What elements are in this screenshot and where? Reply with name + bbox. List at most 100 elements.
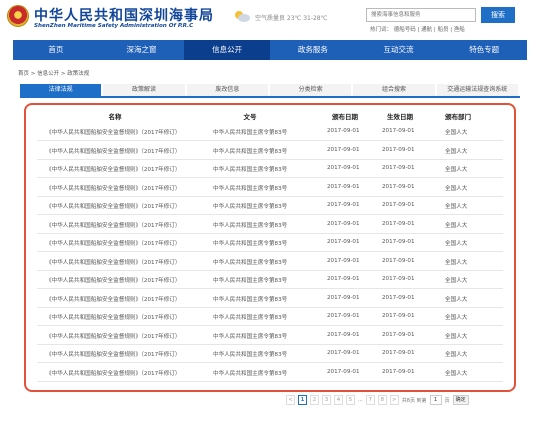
- tab-regulation-query[interactable]: 交通运输法规查询系统: [436, 84, 518, 96]
- cell-effective-date: 2017-09-01: [382, 220, 415, 227]
- table-row[interactable]: 《中华人民共和国船舶安全监督规则》（2017年修订） 中华人民共和国主席令第83号…: [37, 271, 503, 289]
- cell-issue-date: 2017-09-01: [327, 202, 360, 208]
- cell-name[interactable]: 《中华人民共和国船舶安全监督规则》（2017年修订）: [46, 239, 181, 247]
- nav-item-home[interactable]: 首页: [13, 40, 99, 60]
- emblem-logo[interactable]: [7, 5, 29, 27]
- cell-issue-date: 2017-09-01: [327, 368, 360, 375]
- search-button[interactable]: 搜索: [481, 7, 515, 23]
- nav-item-services[interactable]: 政务服务: [270, 40, 356, 60]
- cell-doc-number: 中华人民共和国主席令第83号: [213, 352, 288, 358]
- cell-name[interactable]: 《中华人民共和国船舶安全监督规则》（2017年修订）: [46, 295, 181, 303]
- page-2[interactable]: 2: [310, 395, 319, 405]
- column-header-department: 颁布部门: [445, 113, 471, 121]
- page-5[interactable]: 5: [346, 395, 355, 405]
- cell-issue-date: 2017-09-01: [327, 128, 360, 134]
- tab-repeal-info[interactable]: 废改信息: [186, 84, 268, 96]
- cell-name[interactable]: 《中华人民共和国船舶安全监督规则》（2017年修订）: [46, 350, 181, 358]
- search-input[interactable]: [366, 8, 476, 22]
- page-7[interactable]: 7: [365, 395, 375, 405]
- nav-item-info-disclosure[interactable]: 信息公开: [184, 40, 271, 60]
- cell-effective-date: 2017-09-01: [382, 368, 415, 375]
- nav-item-window[interactable]: 深海之窗: [99, 40, 185, 60]
- cell-name[interactable]: 《中华人民共和国船舶安全监督规则》（2017年修订）: [46, 369, 181, 377]
- cell-issue-date: 2017-09-01: [327, 331, 360, 338]
- cell-department: 全国人大: [445, 204, 468, 210]
- cell-name[interactable]: 《中华人民共和国船舶安全监督规则》（2017年修订）: [46, 313, 181, 321]
- cell-name[interactable]: 《中华人民共和国船舶安全监督规则》（2017年修订）: [46, 221, 181, 229]
- cell-issue-date: 2017-09-01: [327, 350, 360, 356]
- table-row[interactable]: 《中华人民共和国船舶安全监督规则》（2017年修订） 中华人民共和国主席令第83号…: [37, 345, 503, 363]
- next-page-button[interactable]: >: [389, 395, 399, 405]
- cell-doc-number: 中华人民共和国主席令第83号: [213, 148, 288, 155]
- hot-words[interactable]: 热门词： 德船号码 | 通航 | 船员 | 渔船: [370, 25, 465, 33]
- cell-doc-number: 中华人民共和国主席令第83号: [213, 167, 288, 173]
- cell-department: 全国人大: [445, 315, 468, 321]
- cell-name[interactable]: 《中华人民共和国船舶安全监督规则》（2017年修订）: [46, 128, 181, 136]
- table-row[interactable]: 《中华人民共和国船舶安全监督规则》（2017年修订） 中华人民共和国主席令第83号…: [37, 142, 503, 160]
- table-row[interactable]: 《中华人民共和国船舶安全监督规则》（2017年修订） 中华人民共和国主席令第83号…: [37, 123, 503, 141]
- cell-effective-date: 2017-09-01: [382, 202, 415, 208]
- breadcrumb[interactable]: 首页 > 信息公开 > 政策法规: [18, 69, 89, 77]
- table-row[interactable]: 《中华人民共和国船舶安全监督规则》（2017年修订） 中华人民共和国主席令第83号…: [37, 179, 503, 197]
- page-4[interactable]: 4: [334, 395, 343, 405]
- cell-department: 全国人大: [445, 130, 468, 136]
- cell-department: 全国人大: [445, 259, 468, 266]
- cell-doc-number: 中华人民共和国主席令第83号: [213, 296, 288, 303]
- cell-name[interactable]: 《中华人民共和国船舶安全监督规则》（2017年修订）: [46, 258, 181, 266]
- table-row[interactable]: 《中华人民共和国船舶安全监督规则》（2017年修订） 中华人民共和国主席令第83号…: [37, 308, 503, 326]
- cell-name[interactable]: 《中华人民共和国船舶安全监督规则》（2017年修订）: [46, 276, 181, 284]
- weather-cloud-icon: [235, 11, 250, 22]
- cell-effective-date: 2017-09-01: [382, 331, 415, 338]
- column-header-name: 名称: [108, 113, 122, 121]
- nav-item-special[interactable]: 特色专题: [441, 40, 527, 60]
- cell-issue-date: 2017-09-01: [327, 257, 360, 264]
- table-row[interactable]: 《中华人民共和国船舶安全监督规则》（2017年修订） 中华人民共和国主席令第83号…: [37, 290, 503, 308]
- page-1[interactable]: 1: [298, 395, 307, 405]
- page-jump-input[interactable]: 1: [429, 395, 442, 405]
- cell-issue-date: 2017-09-01: [327, 183, 360, 190]
- page-8[interactable]: 8: [377, 395, 387, 405]
- page-ellipsis: ...: [358, 397, 363, 403]
- cell-doc-number: 中华人民共和国主席令第83号: [213, 222, 288, 229]
- table-row[interactable]: 《中华人民共和国船舶安全监督规则》（2017年修订） 中华人民共和国主席令第83号…: [37, 327, 503, 345]
- cell-name[interactable]: 《中华人民共和国船舶安全监督规则》（2017年修订）: [46, 332, 181, 340]
- cell-effective-date: 2017-09-01: [382, 350, 415, 356]
- table-row[interactable]: 《中华人民共和国船舶安全监督规则》（2017年修订） 中华人民共和国主席令第83号…: [37, 234, 503, 252]
- cell-name[interactable]: 《中华人民共和国船舶安全监督规则》（2017年修订）: [46, 147, 181, 155]
- tab-policy-interpretation[interactable]: 政策解读: [103, 84, 185, 96]
- table-row[interactable]: 《中华人民共和国船舶安全监督规则》（2017年修订） 中华人民共和国主席令第83号…: [37, 197, 503, 215]
- prev-page-button[interactable]: <: [286, 395, 295, 405]
- table-row[interactable]: 《中华人民共和国船舶安全监督规则》（2017年修订） 中华人民共和国主席令第83号…: [37, 216, 503, 234]
- cell-doc-number: 中华人民共和国主席令第83号: [213, 259, 288, 266]
- table-row[interactable]: 《中华人民共和国船舶安全监督规则》（2017年修订） 中华人民共和国主席令第83号…: [37, 160, 503, 178]
- cell-effective-date: 2017-09-01: [382, 257, 415, 264]
- cell-department: 全国人大: [445, 333, 468, 340]
- tab-combined-search[interactable]: 组合搜索: [353, 84, 435, 96]
- cell-name[interactable]: 《中华人民共和国船舶安全监督规则》（2017年修订）: [46, 202, 181, 210]
- cell-effective-date: 2017-09-01: [382, 165, 415, 171]
- pagination: < 1 2 3 4 5 ... 7 8 > 共8页 到第 1 页 确定: [286, 394, 469, 406]
- cell-issue-date: 2017-09-01: [327, 220, 360, 227]
- cell-effective-date: 2017-09-01: [382, 239, 415, 245]
- site-title[interactable]: 中华人民共和国深圳海事局: [34, 5, 214, 25]
- column-header-doc-number: 文号: [243, 113, 257, 121]
- page-3[interactable]: 3: [322, 395, 331, 405]
- cell-issue-date: 2017-09-01: [327, 165, 360, 171]
- tab-laws[interactable]: 法律法规: [20, 84, 102, 96]
- total-pages-text: 共8页 到第: [401, 397, 427, 404]
- cell-name[interactable]: 《中华人民共和国船舶安全监督规则》（2017年修订）: [46, 184, 181, 192]
- table-row[interactable]: 《中华人民共和国船舶安全监督规则》（2017年修订） 中华人民共和国主席令第83号…: [37, 253, 503, 271]
- tab-category-search[interactable]: 分类检索: [269, 84, 352, 96]
- table-row[interactable]: 《中华人民共和国船舶安全监督规则》（2017年修订） 中华人民共和国主席令第83号…: [37, 364, 503, 382]
- column-header-effective-date: 生效日期: [387, 113, 413, 121]
- cell-department: 全国人大: [445, 167, 468, 173]
- cell-department: 全国人大: [445, 222, 468, 229]
- page-jump-button[interactable]: 确定: [452, 395, 469, 405]
- nav-item-interaction[interactable]: 互动交流: [356, 40, 442, 60]
- cell-department: 全国人大: [445, 352, 468, 358]
- weather-text: 空气质量良 23℃ 31-28℃: [255, 15, 328, 22]
- cell-name[interactable]: 《中华人民共和国船舶安全监督规则》（2017年修订）: [46, 165, 181, 173]
- cell-department: 全国人大: [445, 296, 468, 303]
- column-header-issue-date: 颁布日期: [332, 113, 358, 121]
- cell-department: 全国人大: [445, 148, 468, 155]
